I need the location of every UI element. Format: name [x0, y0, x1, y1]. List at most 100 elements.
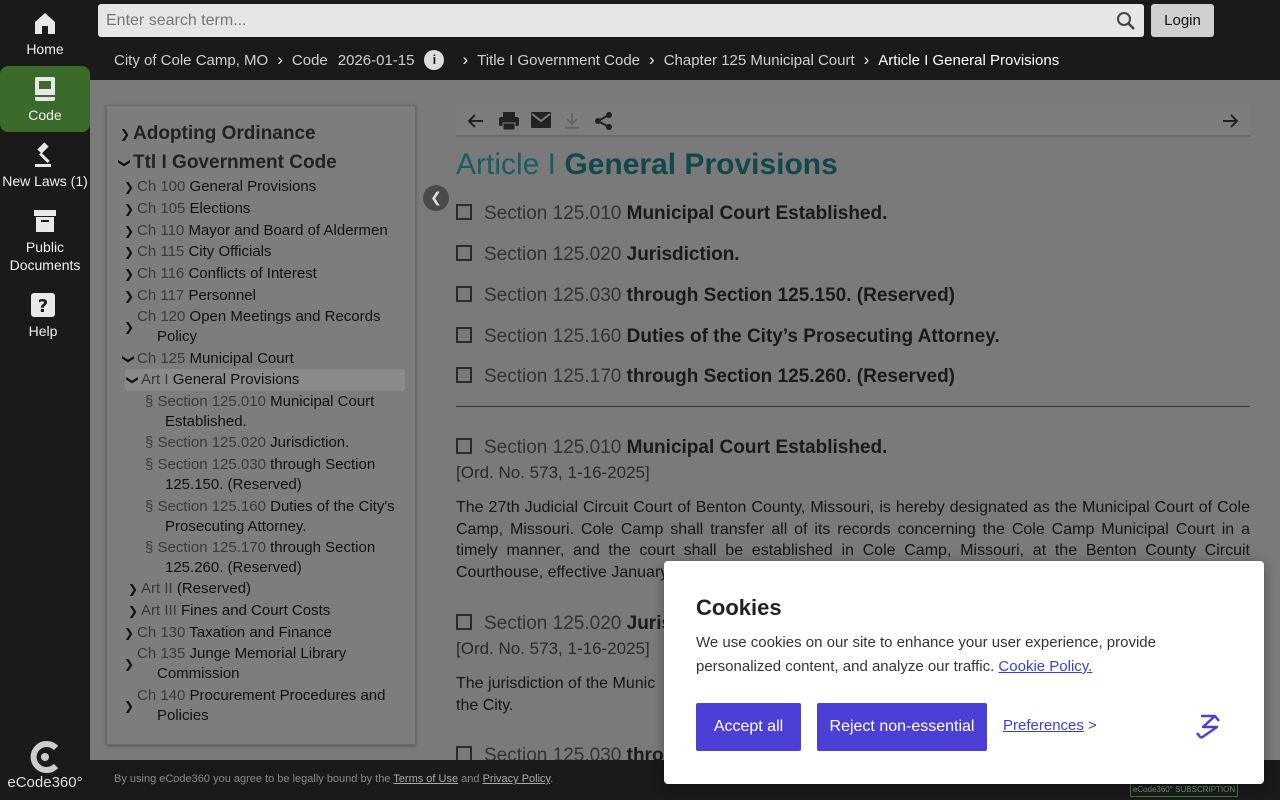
- toc-item-label: Personnel: [188, 287, 256, 304]
- section-link[interactable]: Section 125.020 Jurisdiction.: [456, 244, 740, 266]
- email-icon[interactable]: [530, 111, 552, 129]
- checkbox[interactable]: [456, 614, 472, 630]
- privacy-policy-link[interactable]: Privacy Policy: [483, 773, 551, 785]
- toc-item-num: § Section 125.020: [145, 434, 266, 451]
- preferences-link[interactable]: Preferences >: [1003, 717, 1097, 734]
- toc-item-label: Procurement Procedures and: [189, 687, 386, 704]
- info-icon[interactable]: i: [424, 50, 445, 70]
- section-number: Section 125.020: [484, 613, 622, 634]
- section-title: Municipal Court Established.: [626, 203, 888, 224]
- toc-item-active[interactable]: ❯ Art I General Provisions: [126, 370, 300, 390]
- chevron-right-icon: ❯: [124, 289, 135, 303]
- section-title: Duties of the City’s Prosecuting Attorne…: [626, 326, 1000, 347]
- search-bar: [98, 4, 1144, 37]
- chevron-right-icon: ❯: [124, 267, 135, 281]
- breadcrumb-date: 2026-01-15: [337, 51, 415, 69]
- toc-section[interactable]: § Section 125.020 Jurisdiction.: [145, 433, 349, 453]
- ecode360-logo[interactable]: eCode360°: [4, 740, 86, 791]
- preferences-arrow: >: [1088, 717, 1097, 734]
- collapse-toc-button[interactable]: ❮: [423, 185, 449, 211]
- help-icon: ?: [31, 293, 55, 317]
- toc-item[interactable]: ❯ Ch 116 Conflicts of Interest: [124, 264, 317, 284]
- toc-title-government-code[interactable]: ❯ Ttl I Government Code: [118, 152, 337, 173]
- breadcrumb-code[interactable]: Code: [292, 52, 328, 69]
- toc-item[interactable]: ❯ Ch 100 General Provisions: [124, 177, 316, 197]
- book-icon: [35, 77, 55, 101]
- toc-item[interactable]: ❯ Ch 105 Elections: [124, 199, 250, 219]
- divider: [456, 406, 1250, 407]
- toc-section[interactable]: § Section 125.170 through Section 125.260…: [145, 538, 395, 578]
- section-link[interactable]: Section 125.160 Duties of the City’s Pro…: [456, 326, 1000, 348]
- preferences-label: Preferences: [1003, 717, 1084, 734]
- download-icon[interactable]: [562, 111, 582, 131]
- toc-item[interactable]: ❯ Art III Fines and Court Costs: [128, 601, 330, 621]
- nav-code[interactable]: Code: [0, 66, 90, 132]
- svg-text:?: ?: [38, 296, 48, 317]
- nav-home[interactable]: Home: [0, 10, 90, 58]
- toc-item[interactable]: ❯ Ch 117 Personnel: [124, 286, 256, 306]
- search-input[interactable]: [98, 4, 1098, 37]
- toc-item-label-cont: Commission: [157, 665, 240, 682]
- chevron-right-icon: ❯: [124, 320, 135, 334]
- toc-item[interactable]: ❯ Ch 120 Open Meetings and Records Policy: [124, 307, 407, 347]
- print-icon[interactable]: [498, 111, 520, 131]
- toc-item[interactable]: ❯ Ch 125 Municipal Court: [122, 349, 294, 369]
- toc-item[interactable]: ❯ Ch 110 Mayor and Board of Aldermen: [124, 221, 388, 241]
- toc-item-label: through Section: [270, 539, 376, 556]
- toc-item-label: Conflicts of Interest: [188, 265, 317, 282]
- toc-item[interactable]: ❯ Ch 140 Procurement Procedures and Polici…: [124, 686, 407, 726]
- toc-ttl-label: Ttl I Government Code: [133, 152, 337, 173]
- subscription-badge: eCode360° SUBSCRIPTION: [1130, 783, 1238, 797]
- section-title: Jurisdiction.: [626, 244, 740, 265]
- share-icon[interactable]: [594, 111, 614, 131]
- login-button[interactable]: Login: [1151, 4, 1214, 37]
- chevron-right-icon: ❯: [124, 224, 135, 238]
- section-link[interactable]: Section 125.030 through Section 125.150.…: [456, 285, 955, 307]
- toc-item[interactable]: ❯ Ch 115 City Officials: [124, 242, 272, 262]
- breadcrumb-city[interactable]: City of Cole Camp, MO: [114, 52, 268, 69]
- breadcrumb-chapter[interactable]: Chapter 125 Municipal Court: [664, 52, 855, 69]
- toc-section[interactable]: § Section 125.160 Duties of the City's Pr…: [145, 497, 395, 537]
- checkbox[interactable]: [456, 245, 472, 261]
- footer-legal-text: By using eCode360 you agree to be legall…: [114, 773, 391, 785]
- breadcrumb-title[interactable]: Title I Government Code: [477, 52, 640, 69]
- cookie-consent-logo-icon: [1196, 714, 1220, 740]
- archive-box-icon: [34, 210, 56, 232]
- toc-item-num: Ch 140: [137, 687, 186, 704]
- section-link[interactable]: Section 125.170 through Section 125.260.…: [456, 366, 955, 388]
- nav-help-label: Help: [28, 323, 58, 339]
- nav-help[interactable]: ? Help: [0, 292, 86, 340]
- toc-item[interactable]: ❯ Ch 135 Junge Memorial Library Commission: [124, 644, 407, 684]
- chevron-down-icon: ❯: [126, 374, 141, 386]
- toc-item-num: Ch 117: [137, 287, 185, 304]
- terms-of-use-link[interactable]: Terms of Use: [393, 773, 458, 785]
- search-icon[interactable]: [1116, 11, 1136, 31]
- arrow-right-icon[interactable]: [1220, 111, 1240, 131]
- toc-section[interactable]: § Section 125.010 Municipal Court Establi…: [145, 392, 395, 432]
- chevron-right-icon: ›: [649, 50, 655, 69]
- toc-adopting-ordinance[interactable]: ❯ Adopting Ordinance: [120, 124, 316, 144]
- cookie-policy-link[interactable]: Cookie Policy.: [998, 658, 1092, 675]
- accept-all-button[interactable]: Accept all: [696, 703, 801, 751]
- section-number: Section 125.010: [484, 437, 622, 458]
- toc-item[interactable]: ❯ Art II (Reserved): [128, 579, 251, 599]
- toc-item[interactable]: ❯ Ch 130 Taxation and Finance: [124, 623, 332, 643]
- toc-item-label-cont: Established.: [165, 413, 247, 430]
- reject-non-essential-button[interactable]: Reject non-essential: [817, 703, 987, 751]
- checkbox[interactable]: [456, 746, 472, 760]
- checkbox[interactable]: [456, 438, 472, 454]
- checkbox[interactable]: [456, 327, 472, 343]
- checkbox[interactable]: [456, 204, 472, 220]
- nav-new-laws-label: New Laws (1): [2, 173, 88, 189]
- nav-home-label: Home: [26, 41, 64, 57]
- toc-section[interactable]: § Section 125.030 through Section 125.150…: [145, 455, 395, 495]
- toc-item-label: General Provisions: [172, 371, 300, 388]
- nav-public-documents[interactable]: Public Documents: [0, 208, 90, 274]
- chevron-right-icon: ❯: [124, 245, 135, 259]
- checkbox[interactable]: [456, 286, 472, 302]
- toc-item-label: Mayor and Board of Aldermen: [188, 222, 388, 239]
- checkbox[interactable]: [456, 367, 472, 383]
- arrow-left-icon[interactable]: [466, 111, 486, 131]
- section-link[interactable]: Section 125.010 Municipal Court Establis…: [456, 203, 887, 225]
- nav-new-laws[interactable]: New Laws (1): [0, 142, 90, 190]
